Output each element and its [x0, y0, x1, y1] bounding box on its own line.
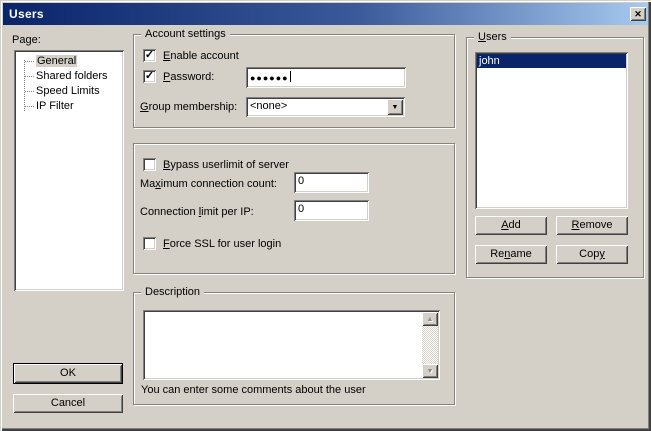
users-group: Users john Add Remove Rename Copy [466, 37, 644, 278]
group-membership-select[interactable]: <none> ▼ [246, 97, 405, 117]
password-input[interactable]: ●●●●●● [246, 67, 406, 88]
list-item-john[interactable]: john [477, 54, 626, 68]
users-dialog: Users ✕ Page: General Shared folders Spe… [0, 0, 651, 431]
max-connection-count-input[interactable]: 0 [294, 172, 369, 193]
tree-item-speed-limits[interactable]: Speed Limits [16, 84, 122, 99]
tree-item-shared-folders[interactable]: Shared folders [16, 69, 122, 84]
description-group: Description ▲ ▼ You can enter some comme… [133, 292, 455, 405]
window-title: Users [9, 7, 44, 21]
scroll-up-button[interactable]: ▲ [422, 312, 438, 326]
ok-button-label: OK [60, 368, 76, 379]
ok-button[interactable]: OK [13, 363, 123, 384]
page-label: Page: [12, 34, 41, 47]
users-group-title: Users [474, 31, 511, 44]
force-ssl-label[interactable]: Force SSL for user login [163, 238, 281, 251]
scroll-up-icon: ▲ [427, 316, 434, 323]
password-checkbox[interactable]: ✓ [143, 70, 156, 83]
title-bar[interactable]: Users ✕ [3, 3, 648, 25]
users-listbox[interactable]: john [475, 52, 628, 209]
account-settings-title: Account settings [141, 28, 230, 41]
text-caret [290, 71, 291, 82]
group-membership-label: Group membership: [140, 101, 237, 114]
copy-button-label: Copy [579, 249, 605, 260]
add-button-label: Add [501, 220, 521, 231]
check-icon: ✓ [145, 70, 154, 83]
scroll-down-icon: ▼ [427, 368, 434, 375]
tree-item-label: IP Filter [36, 100, 74, 112]
connection-limit-per-ip-label: Connection limit per IP: [140, 206, 254, 219]
rename-button[interactable]: Rename [475, 245, 547, 264]
tree-item-label: Speed Limits [36, 85, 100, 97]
description-title: Description [141, 286, 204, 299]
connection-limits-group: Bypass userlimit of server Maximum conne… [133, 143, 455, 274]
check-icon: ✓ [145, 49, 154, 62]
tree-item-label: General [36, 55, 77, 67]
scroll-down-button[interactable]: ▼ [422, 364, 438, 378]
close-icon: ✕ [634, 10, 642, 19]
description-hint: You can enter some comments about the us… [141, 384, 366, 397]
copy-button[interactable]: Copy [556, 245, 628, 264]
max-connection-count-value: 0 [298, 175, 304, 187]
enable-account-checkbox[interactable]: ✓ [143, 49, 156, 62]
bypass-userlimit-label[interactable]: Bypass userlimit of server [163, 159, 289, 172]
enable-account-label[interactable]: Enable account [163, 50, 239, 63]
account-settings-group: Account settings ✓ Enable account ✓ Pass… [133, 34, 455, 128]
dropdown-button[interactable]: ▼ [387, 99, 403, 115]
list-item-label: john [479, 55, 500, 67]
cancel-button-label: Cancel [51, 398, 85, 409]
close-button[interactable]: ✕ [630, 7, 646, 21]
group-membership-value: <none> [250, 101, 287, 112]
connection-limit-per-ip-input[interactable]: 0 [294, 200, 369, 221]
tree-item-label: Shared folders [36, 70, 108, 82]
connection-limit-per-ip-value: 0 [298, 203, 304, 215]
rename-button-label: Rename [490, 249, 532, 260]
chevron-down-icon: ▼ [392, 104, 399, 111]
bypass-userlimit-checkbox[interactable] [143, 158, 156, 171]
force-ssl-checkbox[interactable] [143, 237, 156, 250]
password-value: ●●●●●● [250, 73, 289, 83]
remove-button[interactable]: Remove [556, 216, 628, 235]
tree-item-general[interactable]: General [16, 54, 122, 69]
max-connection-count-label: Maximum connection count: [140, 178, 277, 191]
cancel-button[interactable]: Cancel [13, 394, 123, 413]
description-textarea[interactable]: ▲ ▼ [143, 310, 440, 380]
tree-item-ip-filter[interactable]: IP Filter [16, 99, 122, 114]
add-button[interactable]: Add [475, 216, 547, 235]
vertical-scrollbar[interactable]: ▲ ▼ [422, 312, 438, 378]
remove-button-label: Remove [572, 220, 613, 231]
password-label[interactable]: Password: [163, 71, 214, 84]
page-tree[interactable]: General Shared folders Speed Limits IP F… [14, 50, 124, 291]
